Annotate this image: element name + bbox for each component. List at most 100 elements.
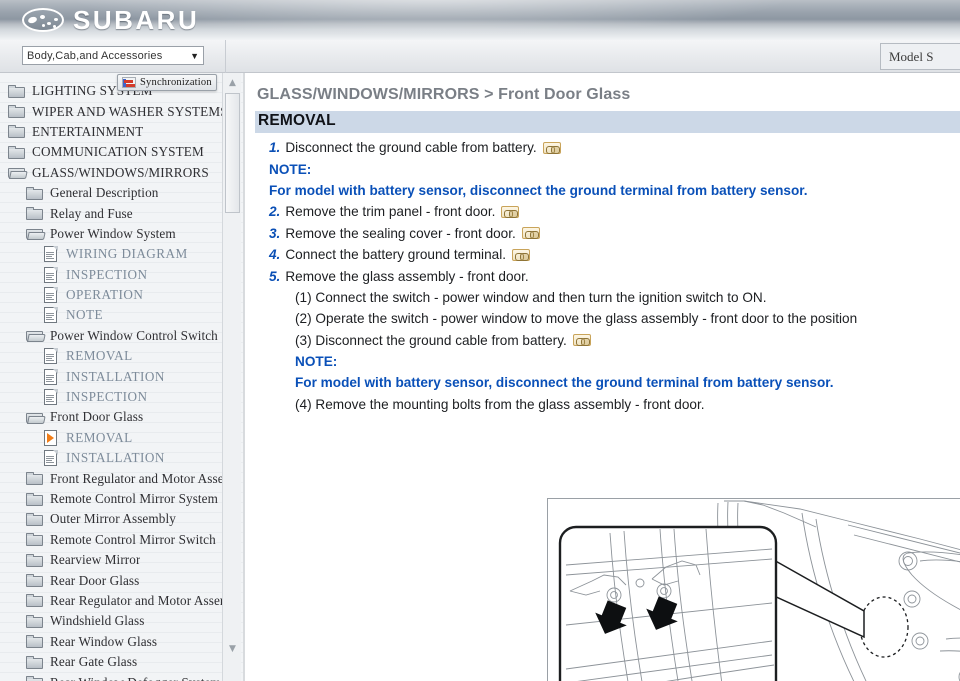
document-icon [44, 307, 58, 324]
navigation-tree-panel[interactable]: LIGHTING SYSTEM WIPER AND WASHER SYSTEMS E… [0, 73, 245, 681]
tree-scrollbar[interactable]: ▲ ▼ [222, 73, 241, 681]
tree-item-operation[interactable]: OPERATION [0, 285, 232, 305]
cross-reference-link-icon[interactable] [512, 248, 530, 261]
procedure-step: (2) Operate the switch - power window to… [245, 308, 960, 329]
synchronization-button[interactable]: Synchronization [117, 74, 217, 91]
system-select-dropdown[interactable]: Body,Cab,and Accessories ▼ [22, 46, 204, 65]
tree-item-installation[interactable]: INSTALLATION [0, 448, 232, 468]
tree-item-power-window-control-switch[interactable]: Power Window Control Switch [0, 326, 232, 346]
scrollbar-thumb[interactable] [225, 93, 240, 213]
procedure-step: (1) Connect the switch - power window an… [245, 287, 960, 308]
step-text: (2) Operate the switch - power window to… [295, 311, 858, 327]
tree-item-front-door-glass[interactable]: Front Door Glass [0, 407, 232, 427]
tree-item-glass-windows-mirrors[interactable]: GLASS/WINDOWS/MIRRORS [0, 163, 232, 183]
tree-item-installation[interactable]: INSTALLATION [0, 366, 232, 386]
cross-reference-link-icon[interactable] [501, 205, 520, 218]
folder-closed-icon [26, 594, 43, 608]
caret-down-icon[interactable]: ▼ [224, 641, 241, 657]
tree-item-outer-mirror-assembly[interactable]: Outer Mirror Assembly [0, 509, 232, 529]
tree-item-rear-regulator-and-motor-assembly[interactable]: Rear Regulator and Motor Assembly [0, 591, 232, 611]
folder-closed-icon [26, 207, 43, 221]
tree-item-relay-and-fuse[interactable]: Relay and Fuse [0, 203, 232, 223]
tree-item-label: Rear Door Glass [50, 572, 140, 588]
note-body-text: For model with battery sensor, disconnec… [295, 375, 834, 391]
folder-open-icon [26, 329, 46, 343]
tree-item-label: Power Window System [50, 225, 176, 241]
step-text: (3) Disconnect the ground cable from bat… [295, 332, 567, 348]
folder-open-icon [26, 411, 46, 424]
step-number: 1. [269, 140, 281, 156]
system-select-value: Body,Cab,and Accessories [27, 49, 163, 62]
note-label: NOTE: [245, 351, 960, 372]
tree-item-inspection[interactable]: INSPECTION [0, 387, 232, 407]
tree-item-windshield-glass[interactable]: Windshield Glass [0, 611, 232, 631]
tree-item-remote-control-mirror-switch[interactable]: Remote Control Mirror Switch [0, 530, 232, 550]
tree-item-removal[interactable]: REMOVAL [0, 428, 232, 448]
tree-item-inspection[interactable]: INSPECTION [0, 265, 232, 285]
tree-item-label: OPERATION [66, 287, 144, 303]
folder-closed-icon [26, 186, 43, 200]
tree-item-rear-window-glass[interactable]: Rear Window Glass [0, 632, 232, 652]
brand-wordmark: SUBARU [73, 4, 200, 35]
folder-closed-icon [26, 553, 43, 567]
folder-closed-icon [26, 655, 43, 669]
tree-item-note[interactable]: NOTE [0, 305, 232, 325]
step-number: 3. [269, 225, 281, 241]
document-icon [44, 287, 58, 304]
folder-closed-icon [26, 614, 43, 628]
tree-item-rearview-mirror[interactable]: Rearview Mirror [0, 550, 232, 570]
note-label-text: NOTE: [269, 161, 312, 177]
tree-item-label: Rear Window Glass [50, 633, 158, 649]
tree-item-label: Rearview Mirror [50, 552, 141, 568]
front-door-glass-mounting-bolts-diagram: GW-01403 [547, 498, 960, 681]
tree-item-label: INSTALLATION [66, 368, 165, 384]
tree-item-rear-door-glass[interactable]: Rear Door Glass [0, 570, 232, 590]
folder-open-icon [8, 166, 28, 180]
tree-item-label: INSPECTION [66, 266, 148, 282]
tree-item-label: General Description [50, 185, 159, 201]
tree-item-rear-window-defogger-system[interactable]: Rear Window Defogger System [0, 672, 232, 681]
tree-item-removal[interactable]: REMOVAL [0, 346, 232, 366]
tree-item-label: WIRING DIAGRAM [66, 246, 188, 262]
tree-item-rear-gate-glass[interactable]: Rear Gate Glass [0, 652, 232, 672]
tree-item-front-regulator-and-motor-assembly[interactable]: Front Regulator and Motor Assembly [0, 468, 232, 488]
document-icon [44, 246, 58, 263]
folder-closed-icon [26, 635, 43, 649]
procedure-steps: 1. Disconnect the ground cable from batte… [245, 137, 960, 415]
tree-item-label: NOTE [66, 307, 103, 323]
document-active-icon [44, 429, 58, 446]
cross-reference-link-icon[interactable] [572, 334, 591, 347]
subaru-logo: SUBARU [22, 3, 199, 37]
tree-item-wiper-and-washer-systems[interactable]: WIPER AND WASHER SYSTEMS [0, 101, 232, 121]
note-body: For model with battery sensor, disconnec… [245, 180, 960, 201]
tree-item-label: REMOVAL [66, 348, 133, 364]
procedure-step: 2. Remove the trim panel - front door. [245, 201, 960, 222]
note-body: For model with battery sensor, disconnec… [245, 372, 960, 393]
tree-item-general-description[interactable]: General Description [0, 183, 232, 203]
tree-item-power-window-system[interactable]: Power Window System [0, 224, 232, 244]
note-label-text: NOTE: [295, 354, 338, 370]
breadcrumb: GLASS/WINDOWS/MIRRORS > Front Door Glass [257, 86, 631, 103]
subaru-star-oval-logo [22, 8, 64, 32]
cross-reference-link-icon[interactable] [542, 141, 561, 154]
tree-item-entertainment[interactable]: ENTERTAINMENT [0, 122, 232, 142]
document-icon [44, 348, 58, 365]
document-icon [44, 450, 58, 467]
folder-closed-icon [8, 145, 25, 159]
procedure-step: 5. Remove the glass assembly - front door… [245, 265, 960, 286]
model-select-button[interactable]: Model S [880, 43, 960, 70]
folder-open-icon [26, 227, 46, 241]
folder-closed-icon [26, 492, 43, 506]
tree-item-communication-system[interactable]: COMMUNICATION SYSTEM [0, 142, 232, 162]
tree-item-label: GLASS/WINDOWS/MIRRORS [32, 164, 209, 180]
tree-item-remote-control-mirror-system[interactable]: Remote Control Mirror System [0, 489, 232, 509]
step-text: Remove the sealing cover - front door. [285, 225, 516, 241]
folder-closed-icon [26, 512, 43, 526]
tree-item-label: Relay and Fuse [50, 205, 133, 221]
tree-item-wiring-diagram[interactable]: WIRING DIAGRAM [0, 244, 232, 264]
synchronization-icon [122, 77, 136, 88]
step-text: (4) Remove the mounting bolts from the g… [295, 396, 705, 412]
caret-up-icon[interactable]: ▲ [224, 75, 241, 91]
tree-item-label: Rear Window Defogger System [50, 675, 221, 681]
cross-reference-link-icon[interactable] [521, 227, 540, 240]
